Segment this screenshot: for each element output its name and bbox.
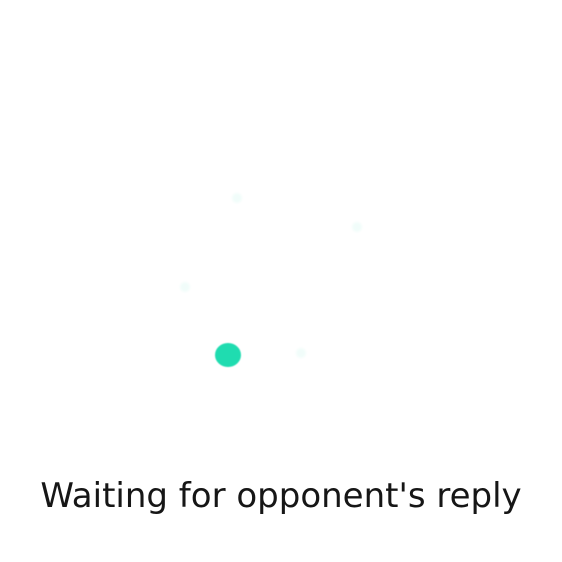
- spinner-dot: [232, 193, 242, 203]
- spinner-dot: [352, 222, 362, 232]
- waiting-status-text: Waiting for opponent's reply: [40, 476, 522, 516]
- spinner-dot: [180, 282, 190, 292]
- spinner-active-dot: [215, 343, 241, 367]
- waiting-screen: Waiting for opponent's reply: [0, 0, 562, 562]
- spinner-dot: [296, 348, 306, 358]
